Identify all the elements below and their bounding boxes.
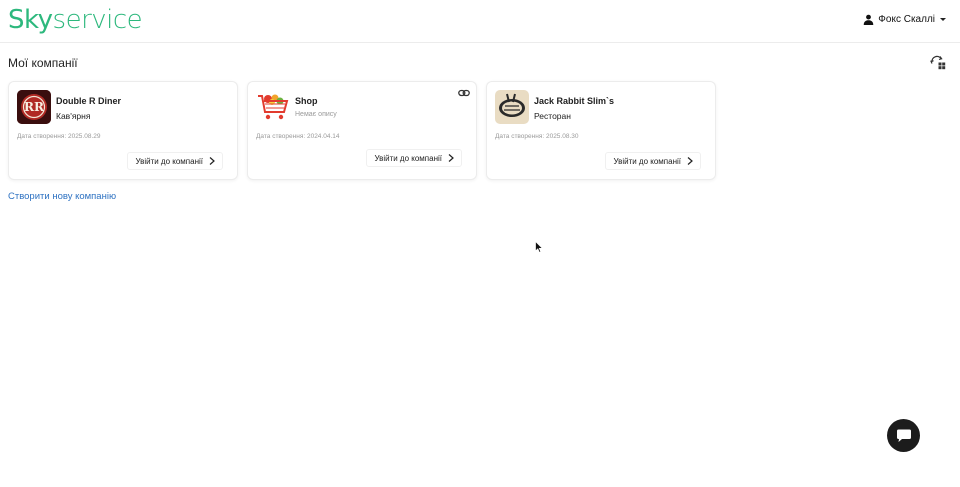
company-created-date: Дата створення: 2025.08.29 [17, 133, 101, 140]
chevron-right-icon [209, 157, 215, 165]
company-created-date: Дата створення: 2024.04.14 [256, 133, 340, 140]
chat-button[interactable] [887, 419, 920, 452]
enter-company-label: Увійти до компанії [374, 153, 442, 163]
company-logo [495, 90, 529, 124]
enter-company-button[interactable]: Увійти до компанії [605, 152, 701, 170]
company-logo: RR [17, 90, 51, 124]
company-card[interactable]: RR Double R Diner Кав'ярня Дата створенн… [8, 81, 238, 180]
create-company-link[interactable]: Створити нову компанію [8, 191, 116, 202]
company-description: Кав'ярня [56, 111, 91, 121]
enter-company-label: Увійти до компанії [613, 156, 681, 166]
logo-sky-text: Sky [8, 5, 53, 35]
user-icon [864, 14, 874, 25]
company-description: Немає опису [295, 111, 337, 118]
company-name: Jack Rabbit Slim`s [534, 96, 615, 106]
company-card[interactable]: Shop Немає опису Дата створення: 2024.04… [247, 81, 477, 180]
chevron-right-icon [687, 157, 693, 165]
company-name: Shop [295, 96, 318, 106]
enter-company-button[interactable]: Увійти до компанії [366, 149, 462, 167]
logo-text: RR [24, 100, 45, 114]
enter-company-label: Увійти до компанії [135, 156, 203, 166]
user-name: Фокс Скаллі [878, 14, 935, 25]
user-menu[interactable]: Фокс Скаллі [863, 14, 946, 25]
caret-down-icon [940, 18, 946, 21]
company-logo [256, 90, 290, 124]
link-icon[interactable] [458, 88, 470, 98]
company-created-date: Дата створення: 2025.08.30 [495, 133, 579, 140]
logo-service-text: service [52, 5, 143, 35]
company-name: Double R Diner [56, 96, 122, 106]
top-bar: Skyservice Фокс Скаллі [0, 0, 960, 43]
skyservice-logo[interactable]: Skyservice [8, 3, 143, 37]
page-title: Мої компанії [8, 56, 78, 70]
switch-view-icon[interactable] [930, 54, 946, 70]
company-card[interactable]: Jack Rabbit Slim`s Ресторан Дата створен… [486, 81, 716, 180]
chat-icon [896, 429, 911, 442]
enter-company-button[interactable]: Увійти до компанії [127, 152, 223, 170]
chevron-right-icon [448, 154, 454, 162]
company-description: Ресторан [534, 111, 571, 121]
mouse-pointer-icon [535, 241, 543, 253]
